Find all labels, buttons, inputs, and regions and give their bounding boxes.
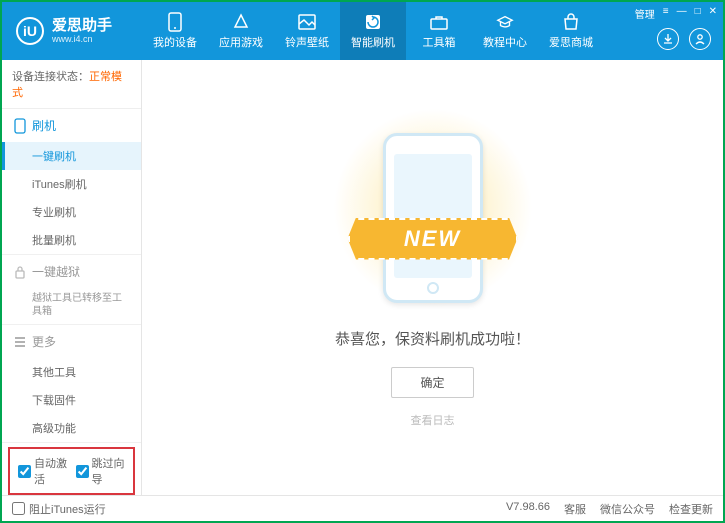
store-icon: [562, 13, 580, 31]
version-label: V7.98.66: [506, 501, 550, 517]
jailbreak-note: 越狱工具已转移至工具箱: [2, 288, 141, 324]
sidebar-head-flash[interactable]: 刷机: [2, 109, 141, 142]
lock-icon: [14, 265, 26, 279]
sidebar-head-more[interactable]: 更多: [2, 325, 141, 358]
menu-icon: [14, 336, 26, 348]
new-ribbon: NEW: [348, 218, 518, 260]
sidebar-item-itunes-flash[interactable]: iTunes刷机: [2, 170, 141, 198]
flash-icon: [364, 13, 382, 31]
checkbox-skip-guide[interactable]: 跳过向导: [76, 455, 126, 487]
tab-label: 工具箱: [423, 34, 456, 50]
status-label: 设备连接状态：: [12, 71, 89, 83]
success-message: 恭喜您，保资料刷机成功啦！: [335, 328, 530, 349]
view-log-link[interactable]: 查看日志: [411, 412, 455, 428]
section-label: 更多: [32, 333, 56, 350]
minimize-button[interactable]: —: [677, 6, 687, 21]
device-status: 设备连接状态：正常模式: [2, 60, 141, 109]
phone-illustration: NEW: [363, 128, 503, 308]
close-button[interactable]: ✕: [709, 6, 717, 21]
checkbox-auto-activate[interactable]: 自动激活: [18, 455, 68, 487]
tab-label: 爱思商城: [549, 34, 593, 50]
tab-label: 应用游戏: [219, 34, 263, 50]
sidebar-item-advanced[interactable]: 高级功能: [2, 414, 141, 442]
sidebar-item-pro-flash[interactable]: 专业刷机: [2, 198, 141, 226]
logo-icon: iU: [16, 17, 44, 45]
tab-store[interactable]: 爱思商城: [538, 2, 604, 60]
app-header: 管理 ≡ — □ ✕ iU 爱思助手 www.i4.cn 我的设备 应用游戏: [2, 2, 723, 60]
window-controls: 管理 ≡ — □ ✕: [635, 6, 717, 21]
sidebar-item-oneclick-flash[interactable]: 一键刷机: [2, 142, 141, 170]
checkbox-highlight: 自动激活 跳过向导: [8, 447, 135, 495]
checkbox-label: 自动激活: [34, 455, 68, 487]
tab-label: 智能刷机: [351, 34, 395, 50]
service-link[interactable]: 客服: [564, 501, 586, 517]
sidebar: 设备连接状态：正常模式 刷机 一键刷机 iTunes刷机 专业刷机 批量刷机 一…: [2, 60, 142, 495]
tab-toolbox[interactable]: 工具箱: [406, 2, 472, 60]
menu-button[interactable]: ≡: [663, 6, 669, 21]
tab-ringtones[interactable]: 铃声壁纸: [274, 2, 340, 60]
section-label: 刷机: [32, 117, 56, 134]
app-url: www.i4.cn: [52, 34, 112, 44]
toolbox-icon: [430, 13, 448, 31]
block-itunes-checkbox[interactable]: 阻止iTunes运行: [12, 501, 106, 517]
tab-label: 教程中心: [483, 34, 527, 50]
check-update-link[interactable]: 检查更新: [669, 501, 713, 517]
tab-smart-flash[interactable]: 智能刷机: [340, 2, 406, 60]
logo-area: iU 爱思助手 www.i4.cn: [2, 17, 142, 45]
maximize-button[interactable]: □: [695, 6, 701, 21]
sidebar-item-batch-flash[interactable]: 批量刷机: [2, 226, 141, 254]
checkbox-label: 跳过向导: [92, 455, 126, 487]
apps-icon: [232, 13, 250, 31]
wallpaper-icon: [298, 13, 316, 31]
phone-icon: [14, 118, 26, 134]
tab-my-device[interactable]: 我的设备: [142, 2, 208, 60]
phone-icon: [166, 13, 184, 31]
download-button[interactable]: [657, 28, 679, 50]
sidebar-head-jailbreak[interactable]: 一键越狱: [2, 255, 141, 288]
sidebar-item-other-tools[interactable]: 其他工具: [2, 358, 141, 386]
ok-button[interactable]: 确定: [391, 367, 473, 398]
skin-button[interactable]: 管理: [635, 6, 655, 21]
footer: 阻止iTunes运行 V7.98.66 客服 微信公众号 检查更新: [2, 495, 723, 521]
sidebar-item-download-firmware[interactable]: 下载固件: [2, 386, 141, 414]
main-content: NEW 恭喜您，保资料刷机成功啦！ 确定 查看日志: [142, 60, 723, 495]
tab-label: 我的设备: [153, 34, 197, 50]
tutorial-icon: [496, 13, 514, 31]
tab-tutorials[interactable]: 教程中心: [472, 2, 538, 60]
app-name: 爱思助手: [52, 18, 112, 35]
tab-apps[interactable]: 应用游戏: [208, 2, 274, 60]
user-button[interactable]: [689, 28, 711, 50]
section-label: 一键越狱: [32, 263, 80, 280]
tab-label: 铃声壁纸: [285, 34, 329, 50]
checkbox-label: 阻止iTunes运行: [29, 501, 106, 517]
wechat-link[interactable]: 微信公众号: [600, 501, 655, 517]
